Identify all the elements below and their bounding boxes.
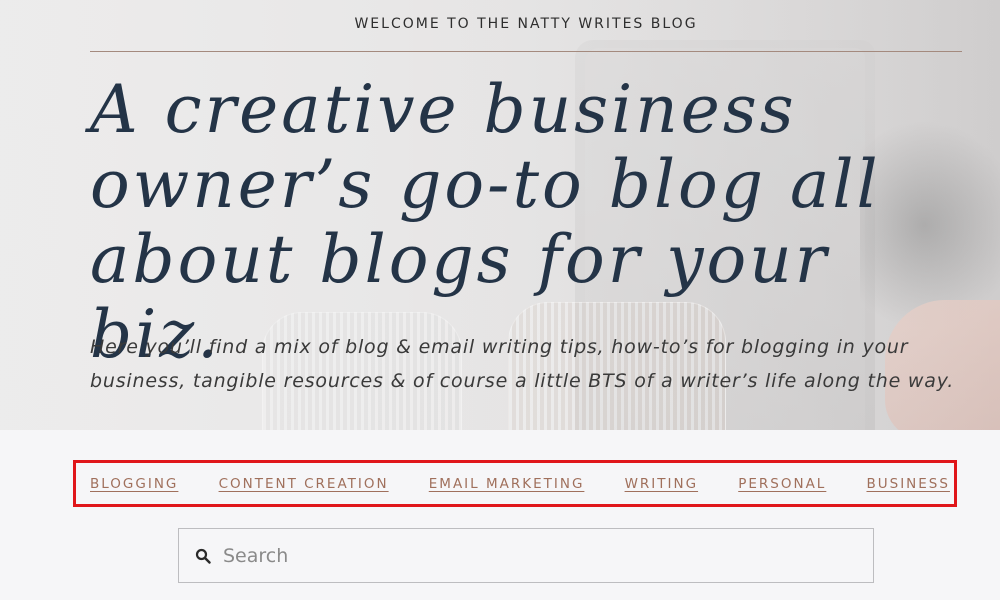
- category-link-business[interactable]: BUSINESS: [866, 476, 949, 492]
- hero-section: WELCOME TO THE NATTY WRITES BLOG A creat…: [0, 0, 1000, 430]
- category-link-personal[interactable]: PERSONAL: [738, 476, 826, 492]
- welcome-heading: WELCOME TO THE NATTY WRITES BLOG: [354, 16, 698, 32]
- category-link-email-marketing[interactable]: EMAIL MARKETING: [429, 476, 585, 492]
- page-title: A creative business owner’s go-to blog a…: [90, 71, 881, 373]
- category-nav: BLOGGING CONTENT CREATION EMAIL MARKETIN…: [90, 474, 950, 494]
- search-icon: [195, 548, 211, 564]
- category-link-content-creation[interactable]: CONTENT CREATION: [219, 476, 389, 492]
- intro-text: Here you’ll find a mix of blog & email w…: [90, 336, 955, 392]
- category-link-writing[interactable]: WRITING: [625, 476, 699, 492]
- search-input[interactable]: [223, 544, 823, 567]
- divider: [90, 51, 962, 52]
- category-link-blogging[interactable]: BLOGGING: [90, 476, 178, 492]
- search-box[interactable]: [178, 528, 874, 583]
